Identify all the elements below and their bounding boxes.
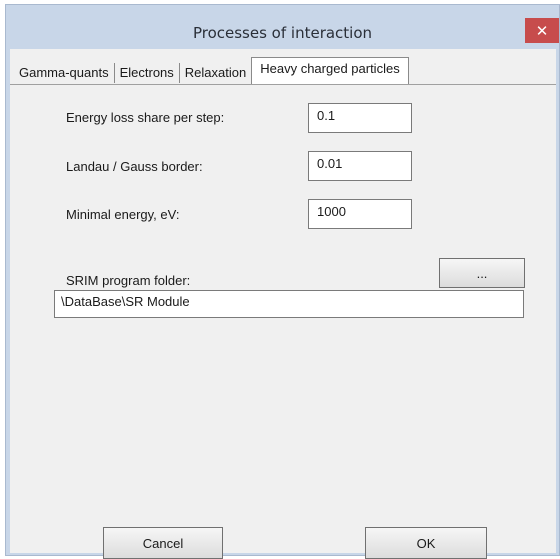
ok-button[interactable]: OK	[365, 527, 487, 559]
tab-divider	[10, 84, 556, 85]
browse-button[interactable]: ...	[439, 258, 525, 288]
tab-heavy-charged-particles[interactable]: Heavy charged particles	[251, 57, 409, 84]
minimal-energy-input[interactable]: 1000	[308, 199, 412, 229]
energy-loss-label: Energy loss share per step:	[66, 110, 225, 125]
tab-electrons[interactable]: Electrons	[115, 63, 180, 83]
close-button[interactable]: ✕	[525, 18, 559, 43]
cancel-button[interactable]: Cancel	[103, 527, 223, 559]
energy-loss-input[interactable]: 0.1	[308, 103, 412, 133]
close-icon: ✕	[535, 21, 549, 40]
landau-gauss-label: Landau / Gauss border:	[66, 159, 203, 174]
window-title: Processes of interaction	[192, 24, 373, 42]
tab-strip: Gamma-quants Electrons Relaxation Heavy …	[14, 57, 409, 84]
landau-gauss-input[interactable]: 0.01	[308, 151, 412, 181]
tab-gamma-quants[interactable]: Gamma-quants	[14, 63, 115, 83]
srim-folder-input[interactable]: \DataBase\SR Module	[54, 290, 524, 318]
title-bar[interactable]: Processes of interaction ✕	[6, 5, 559, 49]
tab-relaxation[interactable]: Relaxation	[180, 63, 251, 83]
dialog-window: Processes of interaction ✕ Gamma-quants …	[5, 4, 560, 559]
srim-folder-label: SRIM program folder:	[66, 273, 191, 288]
minimal-energy-label: Minimal energy, eV:	[66, 207, 180, 222]
dialog-client: Gamma-quants Electrons Relaxation Heavy …	[10, 49, 556, 559]
